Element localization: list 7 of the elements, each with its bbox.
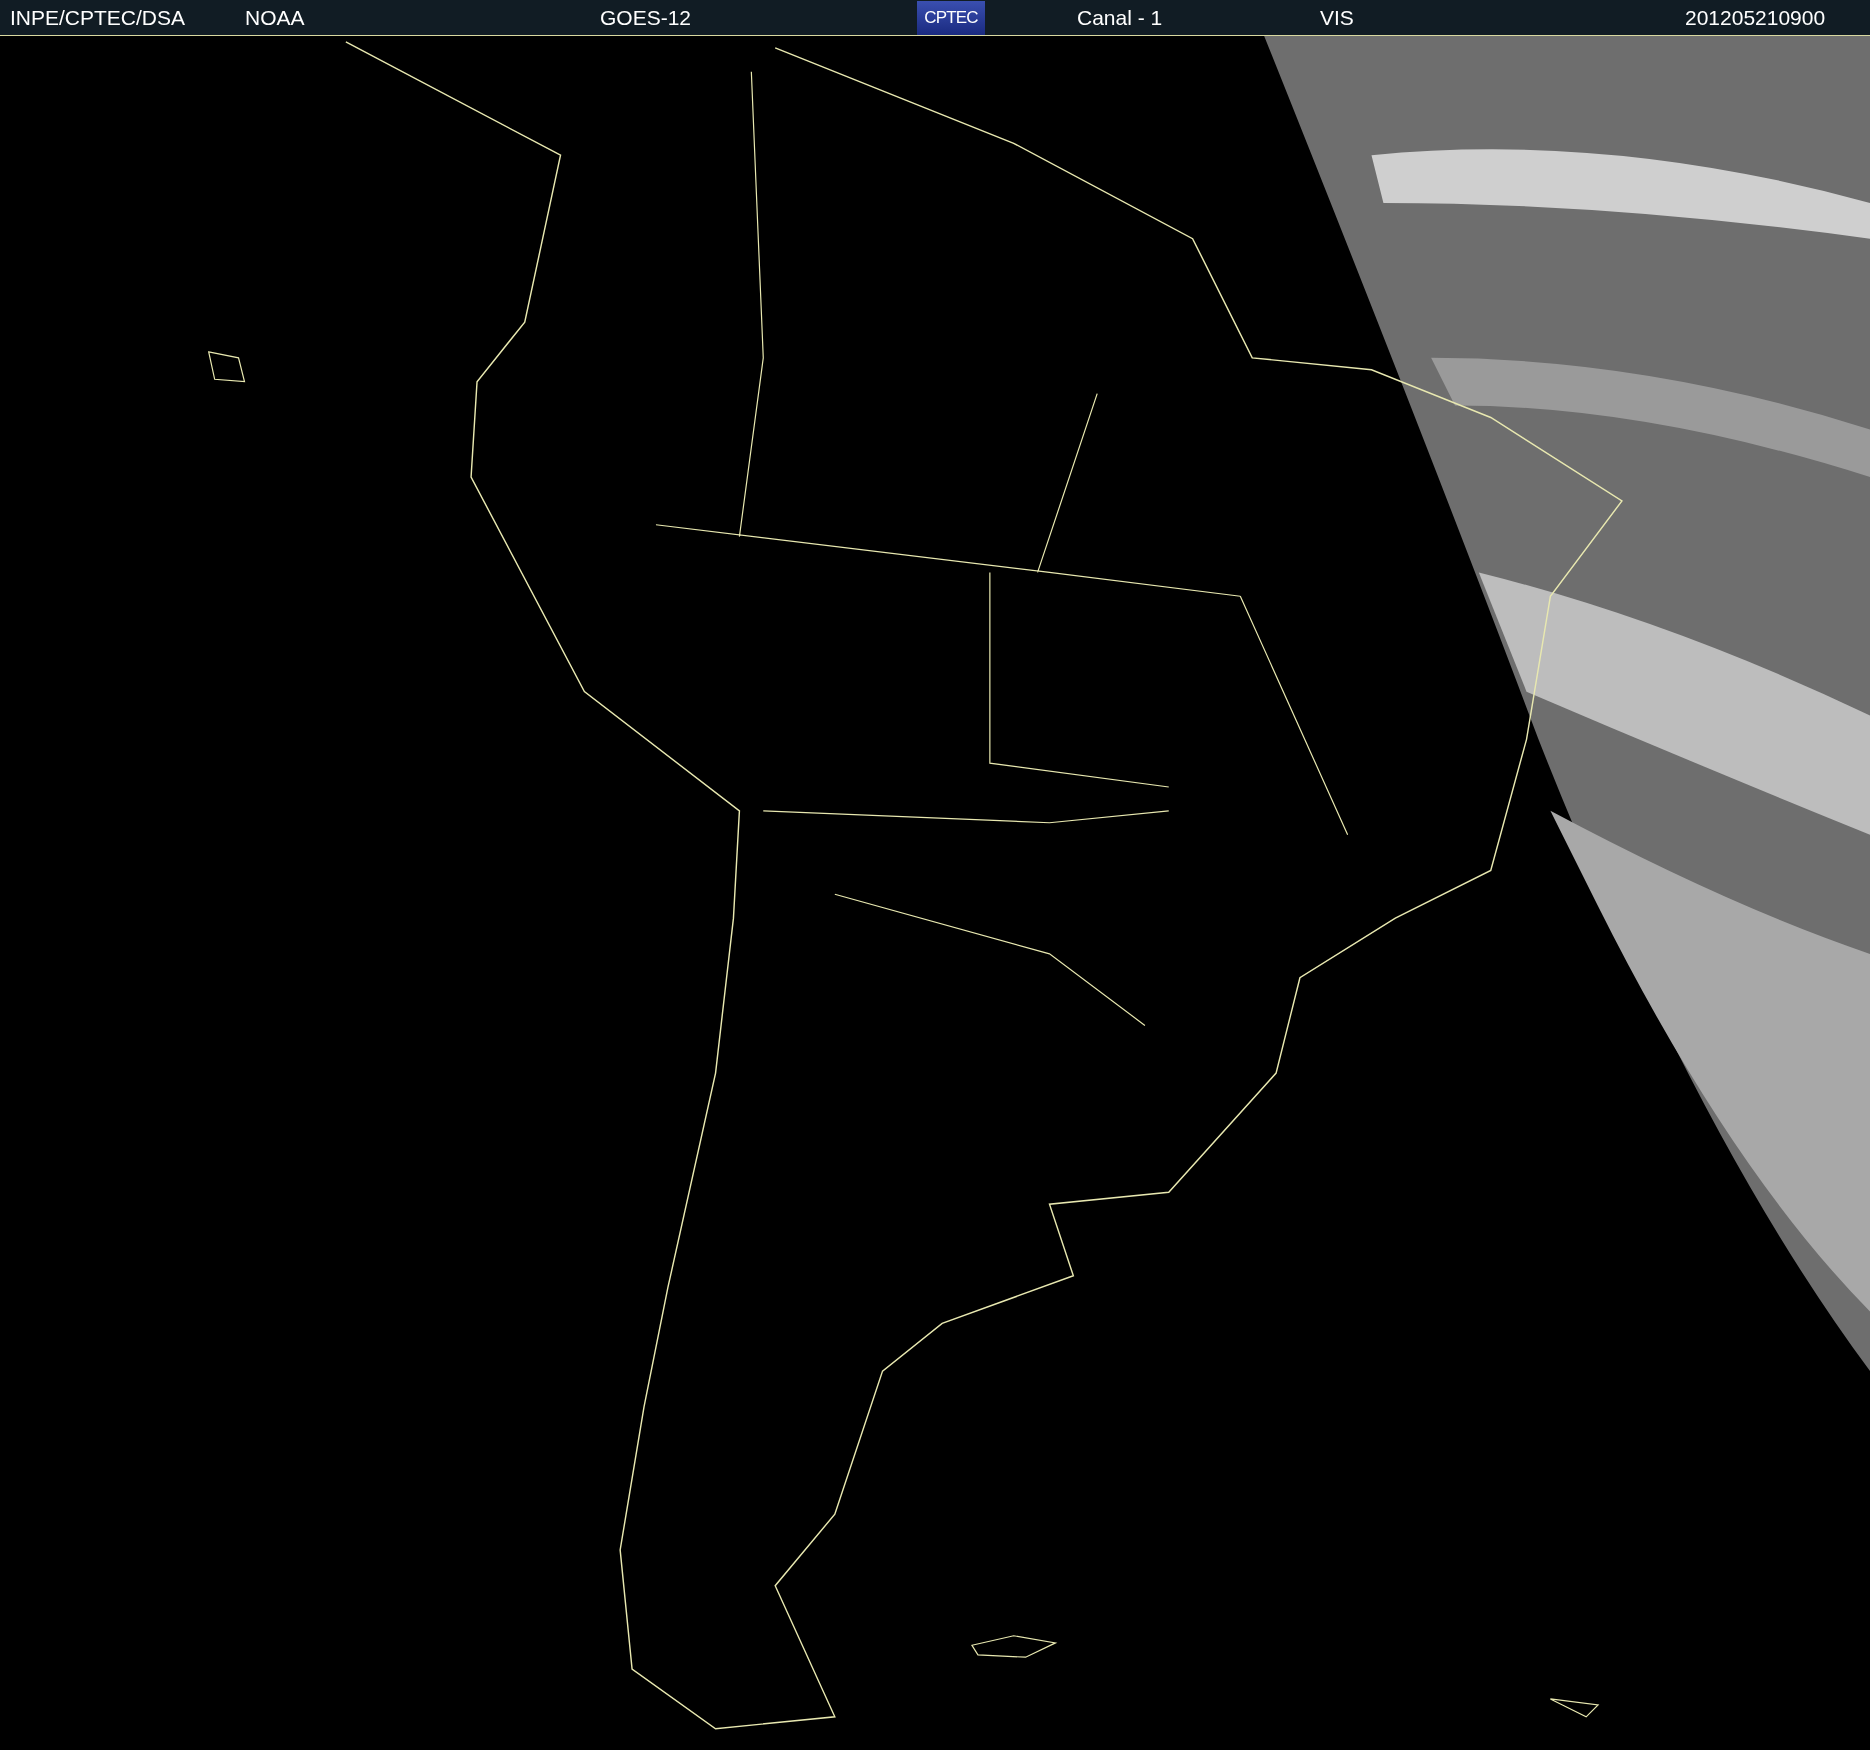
logo: CPTEC — [917, 0, 985, 35]
channel-label: Canal - 1 — [1077, 4, 1164, 31]
satellite-label: GOES-12 — [600, 4, 693, 31]
source-label: INPE/CPTEC/DSA — [10, 4, 187, 31]
timestamp-label: 201205210900 — [1685, 4, 1826, 31]
band-label: VIS — [1320, 4, 1355, 31]
agency-label: NOAA — [245, 4, 306, 31]
